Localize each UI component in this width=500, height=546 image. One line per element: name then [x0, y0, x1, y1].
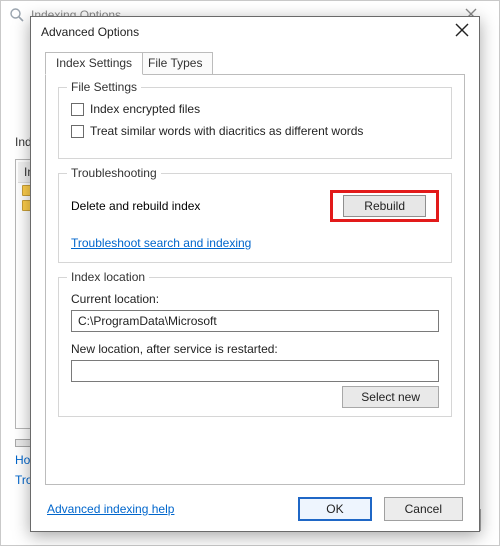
cancel-button[interactable]: Cancel	[384, 497, 463, 521]
troubleshooting-group: Troubleshooting Delete and rebuild index…	[58, 173, 452, 263]
rebuild-label: Delete and rebuild index	[71, 199, 200, 213]
index-location-group: Index location Current location: New loc…	[58, 277, 452, 417]
new-location-label: New location, after service is restarted…	[71, 342, 439, 356]
modal-close-button[interactable]	[439, 23, 469, 42]
index-location-legend: Index location	[67, 270, 149, 284]
rebuild-button[interactable]: Rebuild	[343, 195, 426, 217]
modal-titlebar: Advanced Options	[31, 17, 479, 47]
current-location-label: Current location:	[71, 292, 439, 306]
modal-footer: Advanced indexing help OK Cancel	[31, 497, 479, 521]
tabstrip: Index Settings File Types	[45, 51, 465, 75]
encrypt-checkbox[interactable]	[71, 103, 84, 116]
tab-index-settings[interactable]: Index Settings	[45, 52, 143, 75]
rebuild-highlight: Rebuild	[330, 190, 439, 222]
tab-file-types[interactable]: File Types	[137, 52, 213, 75]
troubleshooting-legend: Troubleshooting	[67, 166, 161, 180]
file-settings-group: File Settings Index encrypted files Trea…	[58, 87, 452, 159]
select-new-button[interactable]: Select new	[342, 386, 439, 408]
diacritics-checkbox[interactable]	[71, 125, 84, 138]
file-settings-legend: File Settings	[67, 80, 141, 94]
diacritics-label: Treat similar words with diacritics as d…	[90, 124, 363, 138]
ok-button[interactable]: OK	[298, 497, 371, 521]
advanced-options-dialog: Advanced Options Index Settings File Typ…	[30, 16, 480, 532]
tab-panel-index-settings: File Settings Index encrypted files Trea…	[45, 75, 465, 485]
new-location-field[interactable]	[71, 360, 439, 382]
advanced-indexing-help-link[interactable]: Advanced indexing help	[47, 502, 174, 516]
current-location-field[interactable]	[71, 310, 439, 332]
encrypt-label: Index encrypted files	[90, 102, 200, 116]
indexing-icon	[9, 7, 25, 23]
modal-title: Advanced Options	[41, 25, 439, 39]
troubleshoot-search-link[interactable]: Troubleshoot search and indexing	[71, 236, 251, 250]
